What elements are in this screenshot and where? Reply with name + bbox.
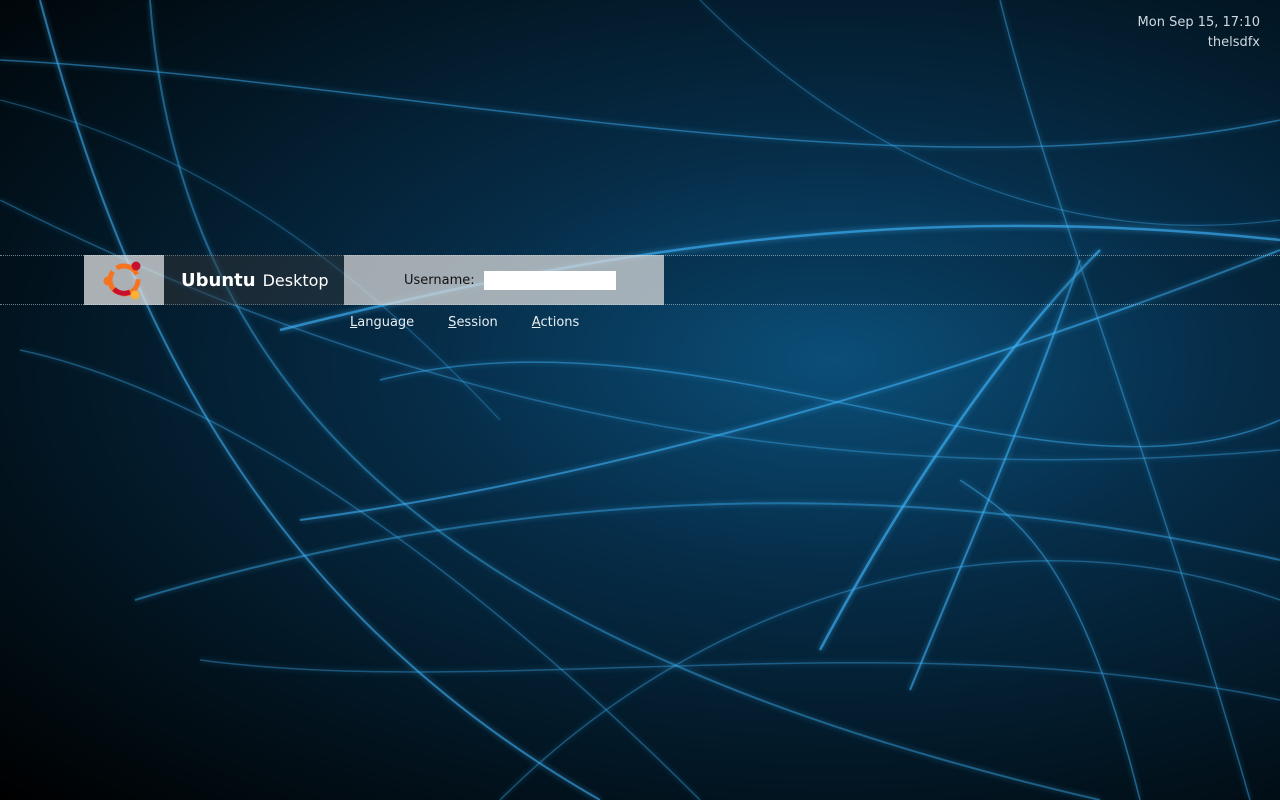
language-menu-link[interactable]: Language [350,315,414,330]
datetime-text: Mon Sep 15, 17:10 [1137,15,1260,30]
ubuntu-circle-of-friends-icon [103,261,141,300]
login-options-menu: Language Session Actions [350,315,613,330]
username-label: Username: [404,272,475,288]
login-box: Username: [344,255,664,305]
username-input[interactable] [483,270,616,290]
hostname-text: thelsdfx [1207,35,1260,50]
brand-title: Ubuntu Desktop [164,255,344,305]
wallpaper-background [0,0,1280,800]
clock-panel: Mon Sep 15, 17:10 thelsdfx [1138,13,1260,53]
brand-name-regular: Desktop [262,270,329,290]
login-screen: Mon Sep 15, 17:10 thelsdfx Ubuntu Deskto… [0,0,1280,800]
session-menu-link[interactable]: Session [448,315,498,330]
actions-menu-link[interactable]: Actions [532,315,580,330]
logo-box [84,255,164,305]
brand-name-bold: Ubuntu [181,269,256,291]
